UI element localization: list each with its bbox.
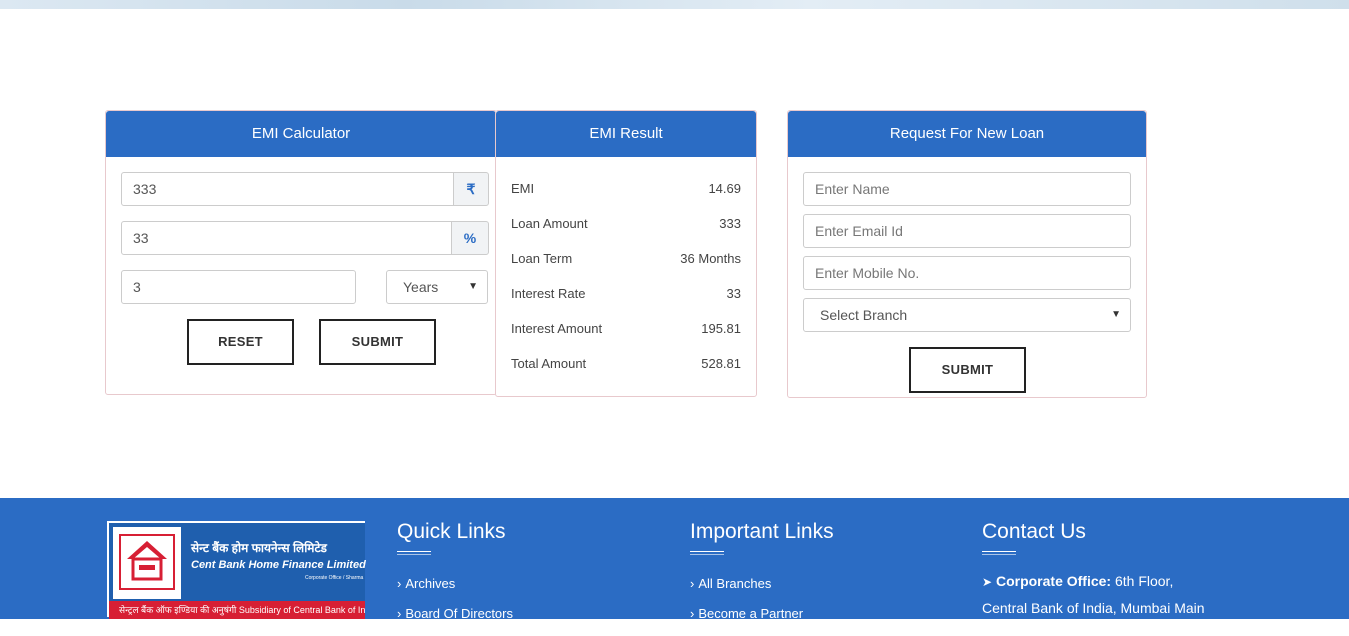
name-input[interactable]: Enter Name — [803, 172, 1131, 206]
chevron-down-icon: ▼ — [468, 281, 478, 292]
branch-selected: Select Branch — [820, 307, 908, 323]
result-label: EMI — [511, 181, 535, 196]
chevron-right-icon: › — [397, 576, 402, 591]
quick-links-section: Quick Links › Archives › Board Of Director… — [397, 519, 657, 636]
contact-line-1: 6th Floor, — [1114, 573, 1174, 589]
percent-icon: % — [451, 221, 489, 255]
footer-link-all-branches[interactable]: › All Branches — [690, 576, 950, 606]
result-row-emi: EMI 14.69 — [511, 181, 741, 201]
result-label: Loan Term — [511, 251, 573, 266]
important-links-title: Important Links — [690, 520, 834, 543]
calculate-submit-button[interactable]: SUBMIT — [319, 319, 436, 365]
house-emblem-icon — [113, 527, 181, 599]
title-underline — [397, 551, 431, 555]
result-row-loan-term: Loan Term 36 Months — [511, 251, 741, 271]
emi-result-card: EMI Result EMI 14.69 Loan Amount 333 Loa… — [495, 110, 757, 397]
loan-submit-button[interactable]: SUBMIT — [909, 347, 1026, 393]
contact-line-2: Central Bank of India, Mumbai Main — [982, 600, 1205, 616]
result-value: 333 — [719, 216, 741, 231]
title-underline — [690, 551, 724, 555]
term-unit-selected: Years — [403, 279, 439, 295]
rupee-icon: ₹ — [453, 172, 489, 206]
email-input[interactable]: Enter Email Id — [803, 214, 1131, 248]
loan-amount-input[interactable]: 333 — [121, 172, 454, 206]
logo-hindi-name: सेन्ट बैंक होम फायनेन्स लिमिटेड — [191, 541, 327, 555]
title-underline — [982, 551, 1016, 555]
term-unit-select[interactable]: Years ▼ — [386, 270, 488, 304]
chevron-right-icon: › — [690, 576, 695, 591]
result-row-interest-rate: Interest Rate 33 — [511, 286, 741, 306]
contact-section: Contact Us ➤ Corporate Office: 6th Floor… — [982, 519, 1282, 621]
loan-request-card: Request For New Loan Enter Name Enter Em… — [787, 110, 1147, 398]
quick-links-title: Quick Links — [397, 520, 506, 543]
contact-address: ➤ Corporate Office: 6th Floor, Central B… — [982, 568, 1282, 621]
result-value: 528.81 — [701, 356, 741, 371]
header-banner-strip — [0, 0, 1349, 9]
result-label: Loan Amount — [511, 216, 588, 231]
footer-link-board-of-directors[interactable]: › Board Of Directors — [397, 606, 657, 636]
result-row-total-amount: Total Amount 528.81 — [511, 356, 741, 376]
important-links-section: Important Links › All Branches › Become a … — [690, 519, 950, 636]
site-footer: सेन्ट बैंक होम फायनेन्स लिमिटेड Cent Ban… — [0, 498, 1349, 621]
link-label: All Branches — [698, 576, 772, 591]
result-label: Interest Amount — [511, 321, 603, 336]
logo-subtext: Corporate Office / Sharma — [305, 575, 364, 581]
loan-request-title: Request For New Loan — [788, 111, 1146, 157]
result-value: 33 — [726, 286, 741, 301]
emi-result-title: EMI Result — [496, 111, 756, 157]
emi-calculator-title: EMI Calculator — [106, 111, 496, 157]
footer-link-become-partner[interactable]: › Become a Partner — [690, 606, 950, 636]
footer-link-archives[interactable]: › Archives — [397, 576, 657, 606]
logo-english-name: Cent Bank Home Finance Limited — [191, 559, 366, 571]
branch-select[interactable]: Select Branch ▼ — [803, 298, 1131, 332]
result-row-loan-amount: Loan Amount 333 — [511, 216, 741, 236]
chevron-down-icon: ▼ — [1111, 309, 1121, 320]
location-arrow-icon: ➤ — [982, 575, 993, 589]
result-value: 195.81 — [701, 321, 741, 336]
result-label: Interest Rate — [511, 286, 586, 301]
contact-title: Contact Us — [982, 520, 1086, 543]
company-logo[interactable]: सेन्ट बैंक होम फायनेन्स लिमिटेड Cent Ban… — [105, 519, 367, 619]
result-row-interest-amount: Interest Amount 195.81 — [511, 321, 741, 341]
reset-button[interactable]: RESET — [187, 319, 294, 365]
result-value: 36 Months — [680, 251, 741, 266]
loan-term-input[interactable]: 3 — [121, 270, 356, 304]
interest-rate-input[interactable]: 33 — [121, 221, 452, 255]
logo-panel: सेन्ट बैंक होम फायनेन्स लिमिटेड Cent Ban… — [109, 523, 366, 619]
mobile-input[interactable]: Enter Mobile No. — [803, 256, 1131, 290]
result-label: Total Amount — [511, 356, 587, 371]
logo-tagline: सेन्ट्रल बैंक ऑफ इण्डिया की अनुषंगी Subs… — [109, 601, 365, 619]
emi-calculator-card: EMI Calculator 333 ₹ 33 % 3 Years ▼ RESE… — [105, 110, 497, 395]
link-label: Archives — [405, 576, 456, 591]
result-value: 14.69 — [708, 181, 741, 196]
contact-label: Corporate Office: — [995, 573, 1112, 589]
